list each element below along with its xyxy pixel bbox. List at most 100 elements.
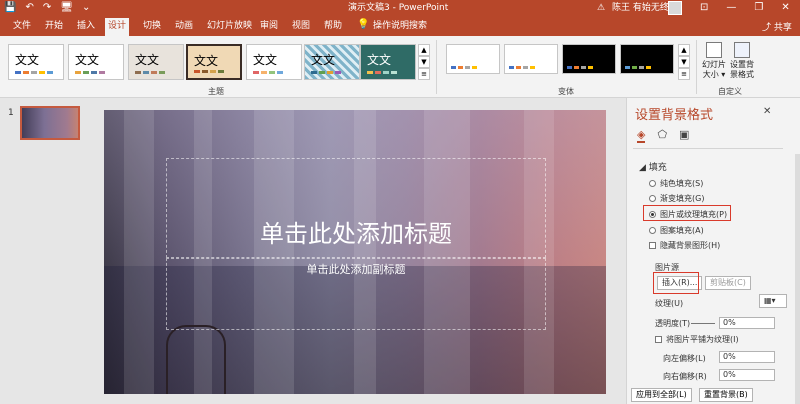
restore-icon[interactable]: ❐: [754, 1, 763, 14]
share-label: 共享: [773, 23, 792, 33]
fill-section-header[interactable]: ◢ 填充: [639, 160, 667, 173]
title-bar: 💾 ↶ ↷ 🖥 ⌄ 演示文稿3 - PowerPoint ⚠ 陈王 有始无终 ⊡…: [0, 0, 800, 16]
more-icon[interactable]: ≡: [418, 68, 430, 80]
checkbox[interactable]: [655, 336, 662, 343]
tab-help[interactable]: 帮助: [321, 19, 345, 33]
slide-size-button[interactable]: 幻灯片 大小 ▾: [702, 42, 726, 80]
slide-thumbnail-pane: 1: [0, 98, 92, 404]
more-icon[interactable]: ≡: [678, 68, 690, 80]
variant-2[interactable]: [504, 44, 558, 74]
theme-sample-text: 文文: [311, 53, 336, 67]
radio[interactable]: [649, 227, 656, 234]
variant-1[interactable]: [446, 44, 500, 74]
texture-dropdown[interactable]: ▦▾: [759, 294, 787, 308]
curtain: [124, 110, 154, 394]
theme-sample-text: 文文: [15, 53, 40, 67]
clipboard-button[interactable]: 剪贴板(C): [705, 276, 751, 290]
close-icon[interactable]: ✕: [781, 1, 789, 14]
variant-4[interactable]: [620, 44, 674, 74]
ribbon: 文文 文文 文文 文文 文文 文文 文文 ▲ ▼ ≡ 主题 ▲ ▼ ≡ 变体 幻…: [0, 36, 800, 98]
hide-graphics-option[interactable]: 隐藏背景图形(H): [649, 240, 720, 251]
tab-file[interactable]: 文件: [10, 19, 34, 33]
slide-size-label-1: 幻灯片: [702, 60, 726, 69]
slide-size-icon: [706, 42, 722, 58]
scroll-down-icon[interactable]: ▼: [418, 56, 430, 68]
gradient-fill-label: 渐变填充(G): [660, 194, 705, 203]
slide-number: 1: [8, 108, 14, 118]
checkbox[interactable]: [649, 242, 656, 249]
reset-background-button[interactable]: 重置背景(B): [699, 388, 753, 402]
scroll-up-icon[interactable]: ▲: [678, 44, 690, 56]
theme-sample-text: 文文: [253, 53, 278, 67]
tile-option[interactable]: 将图片平铺为纹理(I): [655, 334, 739, 345]
ribbon-display-icon[interactable]: ⊡: [700, 1, 708, 14]
theme-office[interactable]: 文文: [8, 44, 64, 80]
tab-review[interactable]: 审阅: [257, 19, 281, 33]
pane-category-tabs: ◈ ⬠ ▣: [637, 128, 689, 143]
effects-icon[interactable]: ⬠: [657, 128, 667, 143]
format-background-pane: 设置背景格式 ✕ ◈ ⬠ ▣ ◢ 填充 纯色填充(S) 渐变填充(G) 图片或纹…: [626, 98, 800, 404]
customize-qat-icon[interactable]: ⌄: [82, 2, 90, 14]
slide-canvas[interactable]: 单击此处添加标题 单击此处添加副标题: [104, 110, 606, 394]
tab-home[interactable]: 开始: [42, 19, 66, 33]
pane-scrollbar[interactable]: [795, 154, 800, 404]
close-pane-icon[interactable]: ✕: [763, 106, 771, 117]
avatar[interactable]: [668, 1, 682, 15]
slide-title[interactable]: 单击此处添加标题: [166, 214, 546, 249]
pattern-fill-option[interactable]: 图案填充(A): [649, 225, 704, 236]
theme-sample-text: 文文: [135, 53, 160, 67]
themes-group-label: 主题: [208, 87, 224, 96]
minimize-icon[interactable]: —: [726, 1, 736, 14]
share-button[interactable]: ⤴ 共享: [762, 20, 792, 33]
theme-3[interactable]: 文文: [128, 44, 184, 80]
tab-insert[interactable]: 插入: [74, 19, 98, 33]
gradient-fill-option[interactable]: 渐变填充(G): [649, 193, 704, 204]
radio[interactable]: [649, 195, 656, 202]
tile-label: 将图片平铺为纹理(I): [666, 335, 739, 344]
fill-icon[interactable]: ◈: [637, 128, 646, 143]
highlight-box: [643, 205, 731, 221]
quick-access-toolbar: 💾 ↶ ↷ 🖥 ⌄: [4, 2, 90, 14]
theme-4[interactable]: 文文: [186, 44, 242, 80]
tab-design[interactable]: 设计: [105, 18, 130, 36]
theme-7[interactable]: 文文: [360, 44, 416, 80]
offset-right-input[interactable]: 0%: [719, 369, 775, 381]
solid-fill-option[interactable]: 纯色填充(S): [649, 178, 703, 189]
offset-right-label: 向右偏移(R): [663, 372, 707, 381]
scroll-down-icon[interactable]: ▼: [678, 56, 690, 68]
slide-subtitle[interactable]: 单击此处添加副标题: [166, 261, 546, 277]
tab-slideshow[interactable]: 幻灯片放映: [204, 19, 255, 33]
theme-2[interactable]: 文文: [68, 44, 124, 80]
divider: [633, 148, 783, 149]
present-icon[interactable]: 🖥: [60, 2, 73, 14]
user-name[interactable]: 陈王 有始无终: [612, 2, 669, 14]
scroll-up-icon[interactable]: ▲: [418, 44, 430, 56]
pattern-fill-label: 图案填充(A): [660, 226, 704, 235]
transparency-slider[interactable]: [691, 323, 715, 324]
theme-5[interactable]: 文文: [246, 44, 302, 80]
apply-to-all-button[interactable]: 应用到全部(L): [631, 388, 692, 402]
highlight-box: [653, 272, 699, 294]
redo-icon[interactable]: ↷: [43, 2, 51, 14]
theme-6[interactable]: 文文: [304, 44, 360, 80]
undo-icon[interactable]: ↶: [25, 2, 33, 14]
slide-thumbnail[interactable]: [20, 106, 80, 140]
offset-left-input[interactable]: 0%: [719, 351, 775, 363]
tell-me-search[interactable]: 操作说明搜索: [370, 19, 430, 33]
picture-icon[interactable]: ▣: [679, 128, 689, 143]
variant-3[interactable]: [562, 44, 616, 74]
tab-animations[interactable]: 动画: [172, 19, 196, 33]
texture-label: 纹理(U): [655, 299, 684, 308]
transparency-input[interactable]: 0%: [719, 317, 775, 329]
save-icon[interactable]: 💾: [4, 2, 16, 14]
format-background-label-2: 景格式: [730, 70, 754, 79]
tab-transitions[interactable]: 切换: [140, 19, 164, 33]
chair-image: [166, 325, 226, 394]
lightbulb-icon: 💡: [357, 19, 370, 30]
ribbon-tabs: 文件 开始 插入 设计 切换 动画 幻灯片放映 审阅 视图 帮助 💡 操作说明搜…: [0, 16, 800, 36]
format-background-button[interactable]: 设置背 景格式: [730, 42, 754, 80]
tab-view[interactable]: 视图: [289, 19, 313, 33]
radio[interactable]: [649, 180, 656, 187]
warning-icon[interactable]: ⚠: [597, 2, 605, 14]
theme-sample-text: 文文: [75, 53, 100, 67]
